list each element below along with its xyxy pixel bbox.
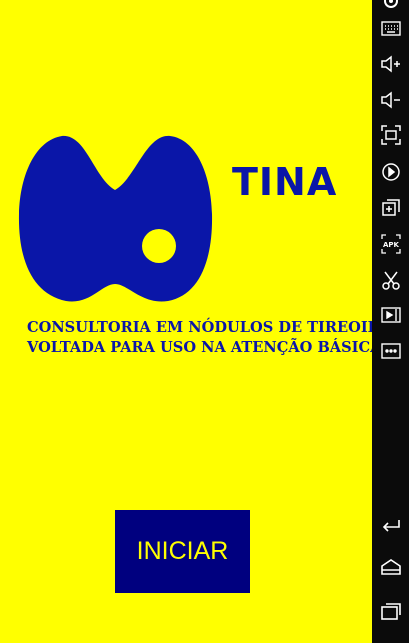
subtitle-line-1: CONSULTORIA EM NÓDULOS DE TIREOIDE bbox=[27, 319, 392, 336]
app-screen: TINA CONSULTORIA EM NÓDULOS DE TIREOIDE … bbox=[0, 0, 392, 643]
home-icon[interactable] bbox=[378, 554, 404, 580]
cut-icon[interactable] bbox=[378, 267, 404, 293]
subtitle-line-2: VOLTADA PARA USO NA ATENÇÃO BÁSICA bbox=[27, 339, 382, 356]
rotate-icon[interactable] bbox=[378, 159, 404, 185]
start-button[interactable]: INICIAR bbox=[115, 510, 250, 593]
apk-label: APK bbox=[383, 241, 400, 249]
thyroid-nodule bbox=[142, 229, 176, 263]
gear-icon[interactable] bbox=[378, 0, 404, 14]
apk-install-icon[interactable]: APK bbox=[378, 231, 404, 257]
volume-down-icon[interactable] bbox=[378, 87, 404, 113]
thyroid-logo bbox=[18, 135, 213, 302]
screenshot-icon[interactable] bbox=[378, 122, 404, 148]
media-icon[interactable] bbox=[378, 302, 404, 328]
recent-apps-icon[interactable] bbox=[378, 598, 404, 624]
more-icon[interactable] bbox=[378, 338, 404, 364]
app-title: TINA bbox=[232, 160, 338, 204]
back-icon[interactable] bbox=[378, 510, 404, 536]
add-window-icon[interactable] bbox=[378, 195, 404, 221]
app-subtitle: CONSULTORIA EM NÓDULOS DE TIREOIDE VOLTA… bbox=[27, 318, 392, 358]
thyroid-shape bbox=[18, 135, 213, 302]
volume-up-icon[interactable] bbox=[378, 51, 404, 77]
keyboard-icon[interactable] bbox=[378, 15, 404, 41]
emulator-toolbar: APK bbox=[372, 0, 409, 643]
